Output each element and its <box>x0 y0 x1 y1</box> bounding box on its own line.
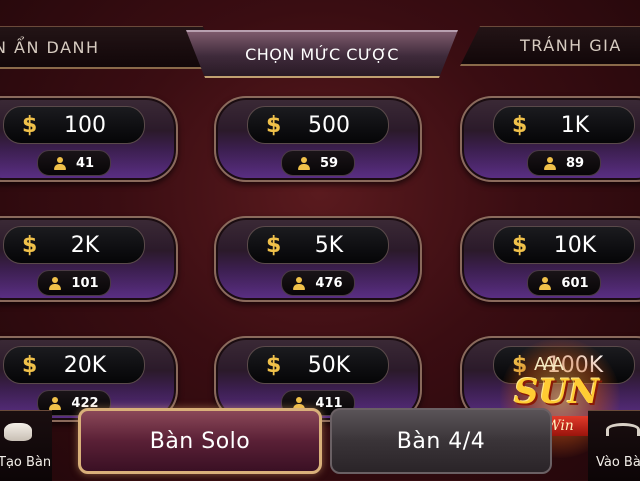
room-card-100[interactable]: $ 100 41 <box>0 96 178 182</box>
bet-pill: $ 1K <box>493 106 635 144</box>
bet-value: 100 <box>64 112 106 138</box>
dollar-icon: $ <box>512 112 528 138</box>
room-card-10k[interactable]: $ 10K 601 <box>460 216 640 302</box>
bet-pill: $ 2K <box>3 226 145 264</box>
person-icon <box>539 276 552 290</box>
player-count-pill: 89 <box>527 150 601 176</box>
dollar-icon: $ <box>266 112 282 138</box>
player-count-pill: 101 <box>37 270 111 296</box>
person-icon <box>53 156 66 170</box>
bet-value: 500 <box>308 112 350 138</box>
bet-value: 10K <box>553 232 597 258</box>
player-count: 41 <box>75 155 95 171</box>
room-card-5k[interactable]: $ 5K 476 <box>214 216 422 302</box>
player-count: 601 <box>561 275 589 291</box>
player-count: 59 <box>319 155 339 171</box>
dollar-icon: $ <box>22 232 38 258</box>
bet-pill: $ 50K <box>247 346 389 384</box>
dollar-icon: $ <box>266 232 282 258</box>
solo-table-label: Bàn Solo <box>149 428 251 454</box>
create-table-label: Tạo Bàn <box>0 455 52 470</box>
join-table-label: Vào Bà <box>596 455 640 470</box>
player-count-pill: 59 <box>281 150 355 176</box>
room-card-2k[interactable]: $ 2K 101 <box>0 216 178 302</box>
bet-value: 50K <box>307 352 351 378</box>
table-icon <box>4 423 32 441</box>
dollar-icon: $ <box>512 232 528 258</box>
player-count-pill: 601 <box>527 270 601 296</box>
person-icon <box>543 156 556 170</box>
player-count: 89 <box>565 155 585 171</box>
bet-pill: $ 20K <box>3 346 145 384</box>
bet-value: 20K <box>63 352 107 378</box>
person-icon <box>49 276 62 290</box>
solo-table-button[interactable]: Bàn Solo <box>78 408 322 474</box>
four-player-table-label: Bàn 4/4 <box>396 428 486 454</box>
create-table-button[interactable]: Tạo Bàn <box>0 410 52 481</box>
dollar-icon: $ <box>22 352 38 378</box>
join-table-button[interactable]: Vào Bà <box>588 410 640 481</box>
dollar-icon: $ <box>266 352 282 378</box>
bet-value: 2K <box>70 232 100 258</box>
room-card-1k[interactable]: $ 1K 89 <box>460 96 640 182</box>
player-count: 476 <box>315 275 343 291</box>
person-icon <box>297 156 310 170</box>
join-icon <box>606 423 640 436</box>
four-player-table-button[interactable]: Bàn 4/4 <box>330 408 552 474</box>
bet-pill: $ 100 <box>3 106 145 144</box>
bet-value: 1K <box>560 112 590 138</box>
dollar-icon: $ <box>22 112 38 138</box>
bet-value: 5K <box>314 232 344 258</box>
bet-pill: $ 500 <box>247 106 389 144</box>
bottom-bar: Tạo Bàn Bàn Solo Bàn 4/4 Vào Bà <box>0 406 640 481</box>
player-count: 101 <box>71 275 99 291</box>
room-card-500[interactable]: $ 500 59 <box>214 96 422 182</box>
person-icon <box>293 276 306 290</box>
player-count-pill: 41 <box>37 150 111 176</box>
player-count-pill: 476 <box>281 270 355 296</box>
bet-pill: $ 5K <box>247 226 389 264</box>
bet-pill: $ 10K <box>493 226 635 264</box>
